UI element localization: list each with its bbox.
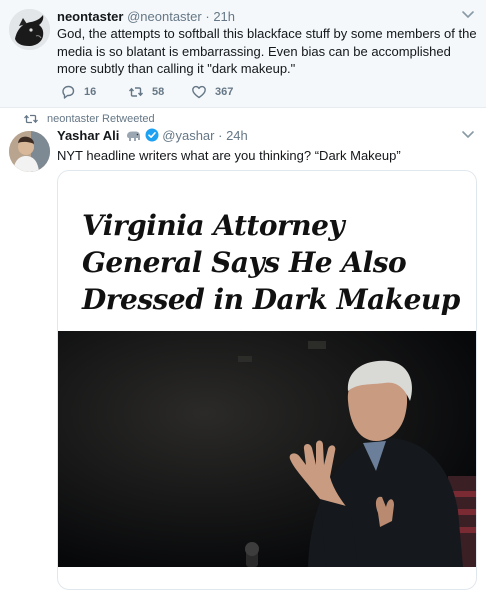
heart-icon (192, 85, 206, 99)
timestamp[interactable]: 24h (226, 128, 248, 143)
avatar[interactable] (9, 131, 50, 172)
chevron-down-icon[interactable] (461, 10, 475, 20)
verified-badge-icon (145, 128, 159, 142)
reply-icon (62, 85, 75, 99)
display-name[interactable]: Yashar Ali (57, 128, 119, 143)
handle[interactable]: @neontaster (127, 9, 202, 24)
separator: · (205, 9, 210, 24)
separator: · (218, 128, 223, 143)
tweet-text: God, the attempts to softball this black… (57, 26, 477, 76)
timestamp[interactable]: 21h (213, 9, 235, 24)
card-headline: Virginia Attorney General Says He Also D… (82, 209, 460, 316)
tweet-neontaster[interactable]: neontaster @neontaster · 21h God, the at… (0, 0, 486, 108)
tweet-header: neontaster @neontaster · 21h (57, 9, 235, 24)
tweet-text: NYT headline writers what are you thinki… (57, 148, 401, 163)
media-card[interactable]: Virginia Attorney General Says He Also D… (57, 170, 477, 590)
chevron-down-icon[interactable] (461, 130, 475, 140)
photo-image (58, 331, 476, 567)
news-photo[interactable] (58, 331, 476, 567)
reply-button[interactable]: 16 (60, 84, 96, 100)
handle[interactable]: @yashar (162, 128, 214, 143)
reply-count: 16 (84, 86, 97, 98)
retweet-icon (24, 114, 38, 124)
retweet-button[interactable]: 58 (128, 84, 164, 100)
retweet-icon (128, 87, 144, 97)
like-count: 367 (215, 86, 234, 98)
retweet-context-label: neontaster Retweeted (47, 113, 155, 125)
dog-avatar-image (9, 9, 50, 50)
tweet-header: Yashar Ali @yashar · 24h (57, 128, 248, 143)
retweet-context[interactable]: neontaster Retweeted (23, 113, 155, 125)
avatar[interactable] (9, 9, 50, 50)
display-name[interactable]: neontaster (57, 9, 123, 24)
elephant-emoji-icon (127, 131, 141, 141)
like-button[interactable]: 367 (191, 84, 233, 100)
retweet-count: 58 (152, 86, 165, 98)
profile-photo-image (9, 131, 50, 172)
